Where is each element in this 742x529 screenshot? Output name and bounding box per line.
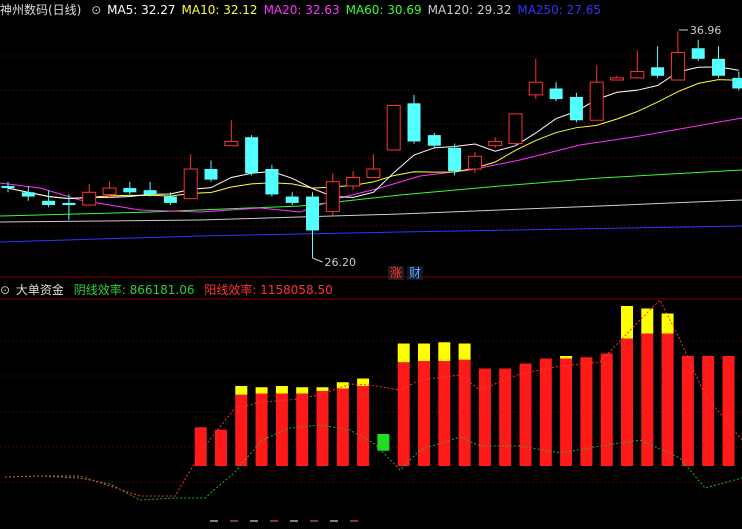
ma120-line: [0, 199, 742, 223]
high-price-label: 36.96: [690, 24, 722, 37]
candle-body-up: [610, 77, 624, 81]
candle-body-up: [82, 191, 97, 206]
stock-name[interactable]: 神州数码(日线): [0, 3, 81, 17]
candle-body-down: [143, 190, 157, 195]
candle-body-up: [386, 104, 401, 151]
money-bar-red: [519, 363, 532, 466]
low-price-label: 26.20: [325, 256, 357, 269]
money-bar-red: [478, 368, 491, 466]
money-bar-yellow: [336, 382, 349, 389]
ma250-line: [0, 225, 742, 243]
candle-body-up: [325, 181, 340, 212]
candle-body-down: [569, 96, 583, 121]
candle-body-down: [306, 196, 319, 231]
candle-body-down: [285, 196, 299, 203]
ma-legend-item: MA20: 32.63: [263, 3, 340, 17]
ma-legend-item: MA10: 32.12: [181, 3, 258, 17]
candle-body-down: [651, 67, 665, 76]
cai-button[interactable]: 财: [407, 266, 424, 280]
money-bar-red: [438, 361, 451, 466]
money-bar-red: [458, 359, 471, 466]
yin-efficiency: 阴线效率: 866181.06: [73, 283, 195, 297]
indicator-expand-icon[interactable]: ⊙: [0, 283, 10, 297]
candle-body-up: [366, 168, 381, 178]
money-bar-red: [235, 394, 248, 466]
money-bar-red: [357, 386, 370, 466]
price-chart-header: 神州数码(日线) ⊙ MA5: 32.27 MA10: 32.12 MA20: 32…: [0, 1, 613, 19]
low-marker-line: [312, 257, 323, 263]
candle-body-down: [42, 200, 56, 206]
candle-body-up: [102, 187, 117, 195]
candle-body-up: [346, 176, 361, 187]
money-bar-red: [661, 333, 674, 466]
money-bar-yellow: [621, 306, 633, 339]
candle-body-up: [528, 81, 543, 96]
candle-body-down: [691, 48, 705, 59]
candle-body-down: [448, 147, 462, 172]
money-bar-red: [560, 358, 573, 466]
money-bar-red: [336, 388, 349, 466]
money-bar-red: [621, 338, 633, 466]
candle-body-down: [732, 77, 742, 89]
money-bar-yellow: [296, 387, 309, 394]
candle-body-down: [204, 169, 218, 180]
money-bar-red: [580, 357, 593, 466]
expand-icon[interactable]: ⊙: [91, 3, 101, 17]
money-bar-green: [377, 434, 390, 451]
candle-body-down: [163, 196, 177, 203]
money-bar-red: [215, 429, 227, 466]
money-bar-red: [255, 393, 268, 466]
candle-body-up: [508, 113, 523, 145]
indicator-header: ⊙ 大单资金 阴线效率: 866181.06 阳线效率: 1158058.50: [0, 281, 339, 299]
candle-body-down: [1, 185, 15, 189]
ma-legend-item: MA5: 32.27: [107, 3, 176, 17]
money-bar-yellow: [316, 387, 329, 391]
money-bar-red: [194, 427, 207, 466]
money-bar-red: [702, 356, 715, 466]
ma-legend-item: MA250: 27.65: [517, 3, 602, 17]
money-bar-red: [499, 368, 512, 466]
candle-body-down: [427, 135, 441, 146]
yang-efficiency: 阳线效率: 1158058.50: [204, 283, 333, 297]
money-bar-red: [296, 393, 309, 466]
money-bar-yellow: [275, 386, 288, 394]
candle-body-down: [712, 58, 725, 76]
candle-body-down: [62, 202, 76, 206]
money-bar-red: [397, 362, 410, 466]
money-bar-red: [600, 353, 613, 466]
ma-legend-item: MA120: 29.32: [427, 3, 512, 17]
indicator-name[interactable]: 大单资金: [16, 283, 64, 297]
candle-body-down: [245, 137, 259, 174]
money-bar-yellow: [560, 356, 573, 359]
money-bar-yellow: [357, 378, 370, 386]
ma-legend: MA5: 32.27 MA10: 32.12 MA20: 32.63 MA60: 30…: [107, 3, 607, 17]
money-bar-red: [316, 391, 329, 466]
money-bar-yellow: [438, 342, 451, 361]
money-bar-yellow: [235, 386, 248, 395]
candle-body-up: [183, 168, 198, 200]
candle-body-up: [589, 81, 604, 121]
candle-body-up: [488, 140, 503, 147]
candle-body-down: [549, 88, 563, 100]
money-bar-yellow: [458, 343, 471, 360]
money-bar-yellow: [397, 343, 410, 363]
ma10-line: [7, 79, 739, 200]
candle-body-up: [224, 140, 239, 147]
zhang-button[interactable]: 涨: [388, 266, 405, 280]
candle-body-up: [630, 71, 645, 79]
money-bar-yellow: [418, 343, 430, 361]
money-bar-red: [641, 333, 654, 466]
candle-body-down: [123, 188, 137, 193]
candle-body-down: [265, 169, 279, 195]
money-bar-red: [681, 356, 694, 466]
ma5-line: [7, 66, 739, 200]
candle-body-up: [467, 155, 482, 170]
candle-body-down: [407, 103, 421, 142]
candle-body-down: [21, 192, 35, 197]
ma-legend-item: MA60: 30.69: [345, 3, 422, 17]
candle-body-up: [670, 51, 685, 81]
money-bar-red: [722, 356, 735, 466]
chart-canvas[interactable]: 36.96 26.20: [0, 0, 742, 529]
money-bar-yellow: [255, 387, 268, 394]
